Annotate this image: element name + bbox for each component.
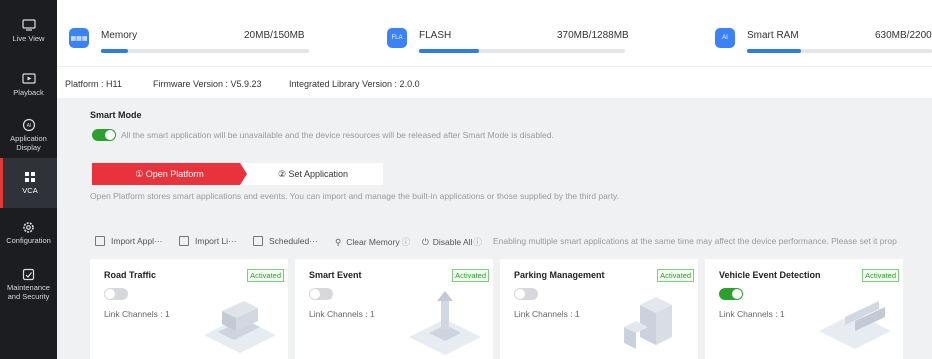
link-channels: Link Channels : 1 [309,309,375,319]
link-channels: Link Channels : 1 [514,309,580,319]
info-icon: ⓘ [401,237,411,247]
grid-icon [23,170,37,184]
broom-icon: ⚲ [335,236,342,247]
sidebar-item-playback[interactable]: Playback [0,60,57,110]
sidebar-item-label: Maintenance and Security [7,283,50,301]
sidebar-item-label: Live View [12,34,45,44]
clear-memory-button[interactable]: ⚲ Clear Memory ⓘ [335,236,410,248]
svg-text:AI: AI [26,123,31,129]
info-icon: ⓘ [473,237,482,247]
sidebar-item-label: Application Display [10,134,47,152]
smart-mode-description: All the smart application will be unavai… [121,130,554,140]
sidebar-item-maintenance[interactable]: Maintenance and Security [0,256,57,312]
app-toggle[interactable] [309,288,333,300]
resource-bar: ▦▦▦ Memory 20MB/150MB FLA FLASH 370MB/12… [57,0,932,66]
sidebar-item-label: Configuration [6,236,51,246]
activated-badge: Activated [862,269,899,282]
disable-all-label: Disable All [432,237,473,247]
firmware-text: Firmware Version : V5.9.23 [153,79,262,89]
app-card-vehicle-event-detection[interactable]: Vehicle Event Detection Activated Link C… [705,259,903,359]
app-toggle[interactable] [104,288,128,300]
import-app-button[interactable]: Import Appl··· [95,236,163,246]
smart-ram-icon: AI [715,28,735,48]
smart-event-illustration-icon [409,291,481,355]
resource-value: 630MB/2200M [875,30,932,41]
play-icon [21,72,36,86]
platform-description: Open Platform stores smart applications … [90,191,620,201]
memory-icon: ▦▦▦ [69,28,89,48]
sidebar-item-live-view[interactable]: Live View [0,6,57,56]
scheduled-label: Scheduled··· [269,236,318,246]
memory-progress [101,49,309,53]
step-indicator: ① Open Platform ② Set Application [92,163,383,185]
resource-name: Smart RAM [747,30,799,41]
ai-icon: AI [22,118,36,132]
app-card-road-traffic[interactable]: Road Traffic Activated Link Channels : 1 [90,259,288,359]
gear-icon [22,220,36,234]
import-license-label: Import Li··· [195,236,237,246]
flash-resource: FLA FLASH 370MB/1288MB [387,22,637,62]
resource-name: FLASH [419,30,452,41]
link-channels: Link Channels : 1 [719,309,785,319]
card-title: Vehicle Event Detection [719,270,821,280]
sidebar-item-configuration[interactable]: Configuration [0,208,57,258]
activated-badge: Activated [247,269,284,282]
resource-value: 370MB/1288MB [557,30,629,41]
import-icon [179,236,189,246]
library-text: Integrated Library Version : 2.0.0 [289,79,420,89]
shield-icon [22,267,36,281]
step-set-application[interactable]: ② Set Application [243,163,383,185]
sidebar-item-application-display[interactable]: AI Application Display [0,108,57,162]
resource-value: 20MB/150MB [244,30,305,41]
memory-resource: ▦▦▦ Memory 20MB/150MB [69,22,309,62]
sidebar-item-vca[interactable]: VCA [0,158,57,208]
schedule-icon [253,236,263,246]
activated-badge: Activated [452,269,489,282]
monitor-icon [21,18,36,32]
activated-badge: Activated [657,269,694,282]
device-info-bar: Platform : H11 Firmware Version : V5.9.2… [57,66,932,98]
step-open-platform[interactable]: ① Open Platform [92,163,247,185]
platform-text: Platform : H11 [65,79,122,89]
card-title: Road Traffic [104,270,157,280]
resource-name: Memory [101,30,138,41]
parking-illustration-icon [624,297,672,349]
road-traffic-illustration-icon [204,301,276,353]
import-icon [95,236,105,246]
smart-mode-toggle[interactable] [92,129,116,141]
sidebar-item-label: VCA [22,186,38,196]
app-toggle[interactable] [719,288,743,300]
clear-memory-label: Clear Memory [346,237,400,247]
sidebar-item-label: Playback [13,88,44,98]
power-icon: ⏻ [422,236,429,247]
performance-warning: Enabling multiple smart applications at … [493,236,897,246]
app-toggle[interactable] [514,288,538,300]
vehicle-event-illustration-icon [819,301,891,349]
smart-ram-progress [747,49,932,53]
smart-ram-resource: AI Smart RAM 630MB/2200M [715,22,932,62]
card-title: Parking Management [514,270,605,280]
main-content: Smart Mode All the smart application wil… [57,98,932,359]
app-card-smart-event[interactable]: Smart Event Activated Link Channels : 1 [295,259,493,359]
disable-all-button[interactable]: ⏻ Disable All ⓘ [422,236,482,248]
scheduled-button[interactable]: Scheduled··· [253,236,318,246]
import-license-button[interactable]: Import Li··· [179,236,237,246]
card-title: Smart Event [309,270,362,280]
import-app-label: Import Appl··· [111,236,163,246]
link-channels: Link Channels : 1 [104,309,170,319]
flash-progress [419,49,625,53]
smart-mode-title: Smart Mode [90,110,142,120]
flash-icon: FLA [387,28,407,48]
app-card-parking-management[interactable]: Parking Management Activated Link Channe… [500,259,698,359]
sidebar: Live View Playback AI Application Displa… [0,0,57,359]
